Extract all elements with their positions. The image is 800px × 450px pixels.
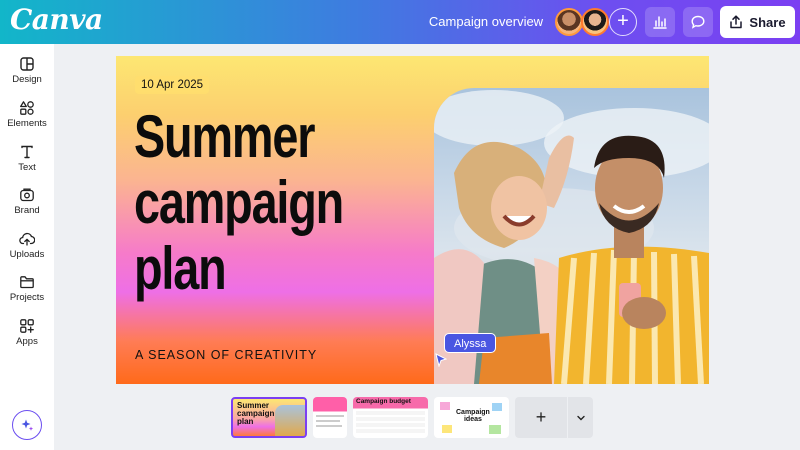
thumbnail-title: Summer campaign plan: [237, 401, 275, 426]
page-thumbnail-1[interactable]: Summer campaign plan: [231, 397, 307, 438]
thumbnail-table: [356, 411, 425, 435]
design-icon: [20, 57, 34, 71]
sidebar-item-uploads[interactable]: Uploads: [0, 227, 54, 267]
sidebar-item-elements[interactable]: Elements: [0, 96, 54, 136]
headline-line: campaign: [134, 169, 344, 236]
page-thumbnail-4[interactable]: Campaign ideas: [434, 397, 509, 438]
pages-toggle-button[interactable]: [568, 397, 593, 438]
sidebar-item-label: Text: [18, 162, 36, 173]
comments-button[interactable]: [683, 7, 713, 37]
sidebar-item-label: Uploads: [9, 249, 45, 260]
sidebar-item-text[interactable]: Text: [0, 140, 54, 180]
upload-icon: [19, 232, 35, 246]
thumbnail-line: [316, 420, 340, 422]
tagline[interactable]: A SEASON OF CREATIVITY: [135, 348, 317, 362]
folder-icon: [20, 276, 34, 289]
page-thumbnail-3[interactable]: Campaign budget: [353, 397, 428, 438]
thumbnail-line: [316, 425, 342, 427]
sidebar-item-label: Brand: [14, 205, 40, 216]
document-title[interactable]: Campaign overview: [426, 14, 546, 29]
sidebar-item-projects[interactable]: Projects: [0, 270, 54, 310]
add-collaborator-button[interactable]: +: [609, 8, 637, 36]
elements-icon: [20, 101, 34, 115]
thumbnail-photo: [275, 405, 305, 436]
date-label[interactable]: 10 Apr 2025: [135, 76, 210, 94]
brand-icon: [20, 188, 34, 202]
page-thumbnail-2[interactable]: [313, 397, 347, 438]
apps-icon: [20, 319, 34, 333]
text-icon: [21, 145, 33, 159]
sidebar-item-apps[interactable]: Apps: [0, 314, 54, 354]
sparkle-icon: [21, 419, 34, 431]
share-label: Share: [749, 14, 786, 30]
user-avatar[interactable]: [581, 8, 609, 36]
sidebar-item-label: Design: [12, 74, 42, 85]
insights-button[interactable]: [645, 7, 675, 37]
headline-line: Summer: [134, 103, 315, 170]
comment-icon: [691, 15, 705, 29]
sidebar-item-design[interactable]: Design: [0, 52, 54, 92]
thumbnail-line: [316, 415, 344, 417]
design-canvas[interactable]: 10 Apr 2025 Summer campaign plan A SEASO…: [116, 56, 709, 384]
share-button[interactable]: Share: [720, 6, 795, 38]
sticky-note: [442, 425, 452, 433]
add-page-button[interactable]: +: [515, 397, 567, 438]
share-icon: [730, 15, 743, 29]
sticky-note: [489, 425, 501, 434]
sticky-note: [492, 403, 502, 411]
thumbnail-title: Campaign ideas: [456, 409, 490, 423]
sidebar-item-label: Apps: [16, 336, 38, 347]
sidebar-item-label: Projects: [9, 292, 45, 303]
sidebar-item-label: Elements: [7, 118, 47, 129]
collaborator-cursor-icon: [435, 353, 447, 367]
thumbnail-title: Campaign budget: [356, 398, 411, 405]
sticky-note: [440, 402, 450, 410]
sidebar-item-brand[interactable]: Brand: [0, 183, 54, 223]
headline[interactable]: Summer campaign plan: [134, 104, 368, 302]
collaborator-cursor-label: Alyssa: [444, 333, 497, 353]
headline-line: plan: [134, 235, 227, 302]
collaborator-avatar[interactable]: [555, 8, 583, 36]
top-bar: Canva Campaign overview + Share: [0, 0, 800, 44]
chevron-down-icon: [576, 415, 585, 420]
canva-logo[interactable]: Canva: [10, 3, 103, 36]
bar-chart-icon: [653, 16, 667, 29]
sidebar: Design Elements Text Brand Uploads Proje…: [0, 44, 54, 450]
magic-assistant-button[interactable]: [12, 410, 42, 440]
